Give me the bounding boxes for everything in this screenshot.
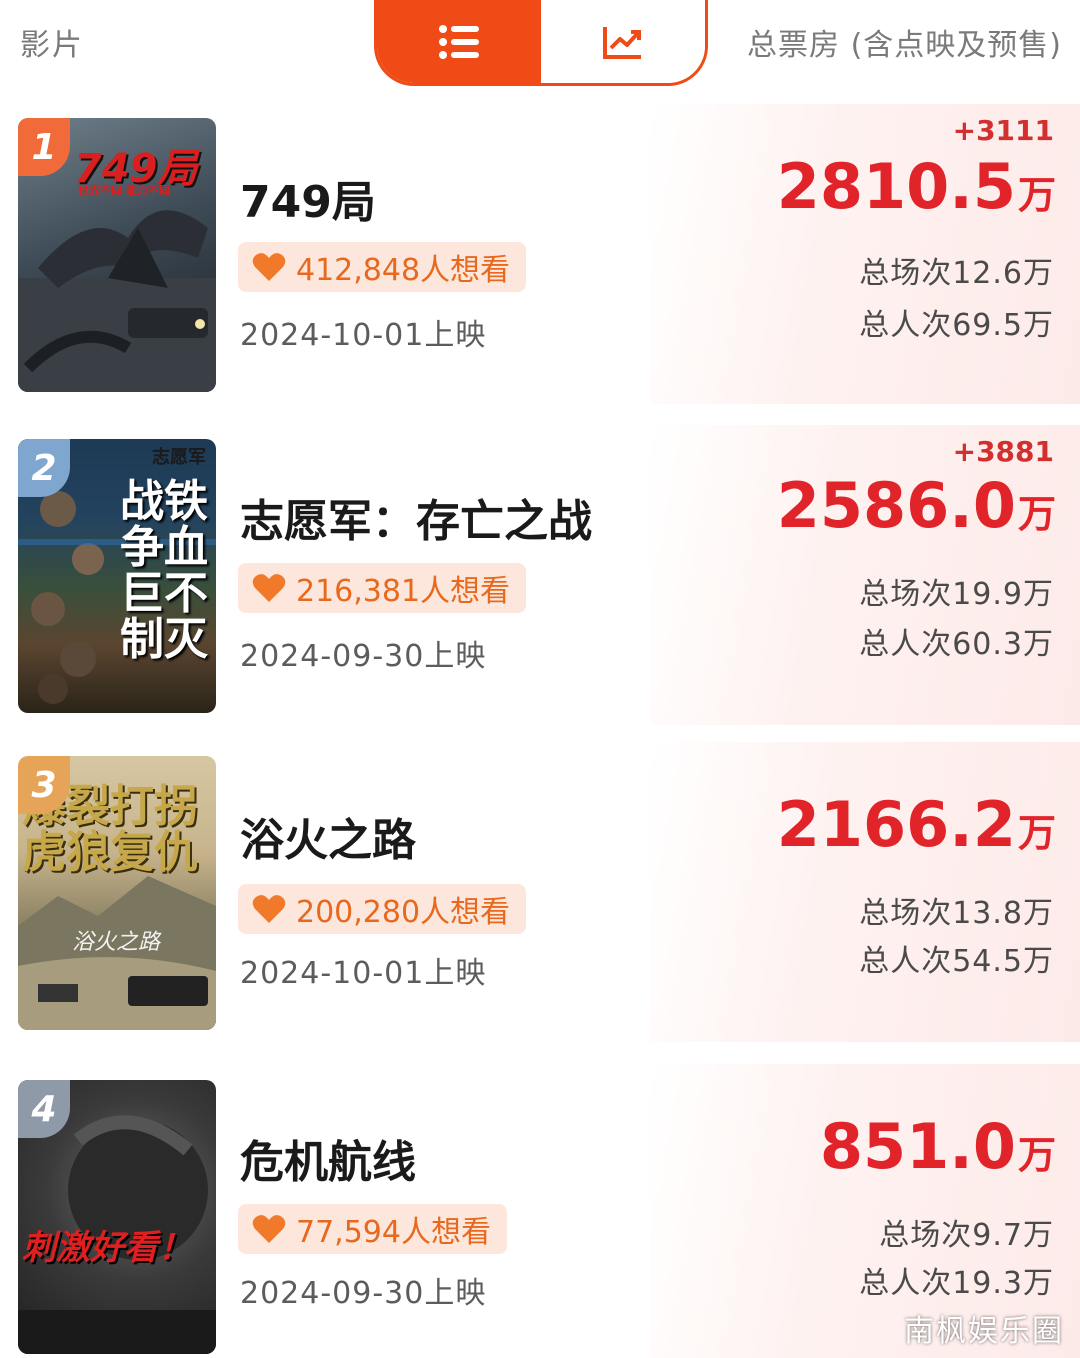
want-to-see-badge: 77,594人想看 [238,1204,507,1254]
poster-title: 浴火之路 [72,930,161,955]
box-office-total: 2810.5万 [777,156,1056,218]
watermark: 南枫娱乐圈 [904,1314,1064,1349]
box-office-delta: +3111 [952,114,1054,147]
list-icon [439,24,479,59]
poster-slogan-line: 巨不 [120,568,208,619]
movie-row[interactable]: 爆裂打拐 虎狼复仇 浴火之路 3 浴火之路 200,280人想看 2024-10… [0,742,1080,1042]
heart-icon [252,574,286,602]
total-attendance: 总人次69.5万 [859,308,1054,343]
heart-icon [252,895,286,923]
poster-logo: 志愿军 [152,447,206,468]
box-office-total: 2166.2万 [777,794,1056,856]
movie-row[interactable]: 749局 世界不同 能力不同 1 749局 412,848人想看 2024-10… [0,104,1080,404]
total-attendance: 总人次60.3万 [859,627,1054,662]
trend-view-button[interactable] [541,0,705,83]
movie-title[interactable]: 749局 [240,166,376,230]
release-date: 2024-10-01上映 [240,956,487,991]
release-date: 2024-10-01上映 [240,318,487,353]
movie-title[interactable]: 浴火之路 [240,804,416,868]
total-attendance: 总人次54.5万 [859,944,1054,979]
box-office-column-label: 总票房 (含点映及预售) [747,28,1062,63]
box-office-unit: 万 [1017,1133,1056,1177]
poster-slogan-line: 虎狼复仇 [22,827,198,878]
list-view-button[interactable] [377,0,541,83]
poster-slogan-line: 争血 [120,522,208,573]
box-office-unit: 万 [1017,811,1056,855]
movie-title[interactable]: 志愿军：存亡之战 [240,485,592,549]
trend-chart-icon [603,26,641,59]
box-office-unit: 万 [1017,492,1056,536]
want-count: 216,381人想看 [296,574,511,609]
want-to-see-badge: 216,381人想看 [238,563,527,613]
want-count: 77,594人想看 [296,1215,491,1250]
total-screenings: 总场次9.7万 [879,1218,1054,1253]
total-screenings: 总场次19.9万 [859,577,1054,612]
want-count: 412,848人想看 [296,253,511,288]
total-attendance: 总人次19.3万 [859,1266,1054,1301]
poster-tagline: 世界不同 能力不同 [78,184,170,197]
movie-title[interactable]: 危机航线 [240,1126,416,1190]
box-office-unit: 万 [1017,173,1056,217]
movie-poster[interactable]: 志愿军 战铁 争血 巨不 制灭 2 [18,439,216,713]
box-office-value: 2166.2 [776,788,1016,861]
poster-slogan: 战铁 争血 巨不 制灭 [120,479,208,663]
want-to-see-badge: 200,280人想看 [238,884,527,934]
box-office-value: 2810.5 [776,150,1016,223]
movie-poster[interactable]: 爆裂打拐 虎狼复仇 浴火之路 3 [18,756,216,1030]
view-toggle[interactable] [374,0,708,86]
total-screenings: 总场次12.6万 [859,256,1054,291]
box-office-delta: +3881 [952,435,1054,468]
release-date: 2024-09-30上映 [240,639,487,674]
poster-slogan-line: 制灭 [120,614,208,665]
heart-icon [252,1215,286,1243]
box-office-value: 2586.0 [776,469,1016,542]
box-office-total: 2586.0万 [777,475,1056,537]
poster-slogan-line: 战铁 [120,476,208,527]
heart-icon [252,253,286,281]
movie-poster[interactable]: 刺激好看！ 4 [18,1080,216,1354]
release-date: 2024-09-30上映 [240,1276,487,1311]
poster-slogan: 刺激好看！ [22,1228,192,1268]
want-to-see-badge: 412,848人想看 [238,242,527,292]
want-count: 200,280人想看 [296,895,511,930]
movie-row[interactable]: 志愿军 战铁 争血 巨不 制灭 2 志愿军：存亡之战 216,381人想看 20… [0,425,1080,725]
total-screenings: 总场次13.8万 [859,896,1054,931]
box-office-value: 851.0 [819,1110,1016,1183]
movie-poster[interactable]: 749局 世界不同 能力不同 1 [18,118,216,392]
box-office-total: 851.0万 [820,1116,1056,1178]
header-bar: 影片 总票房 (含点映及预售) [0,0,1080,90]
film-column-label: 影片 [20,28,84,63]
